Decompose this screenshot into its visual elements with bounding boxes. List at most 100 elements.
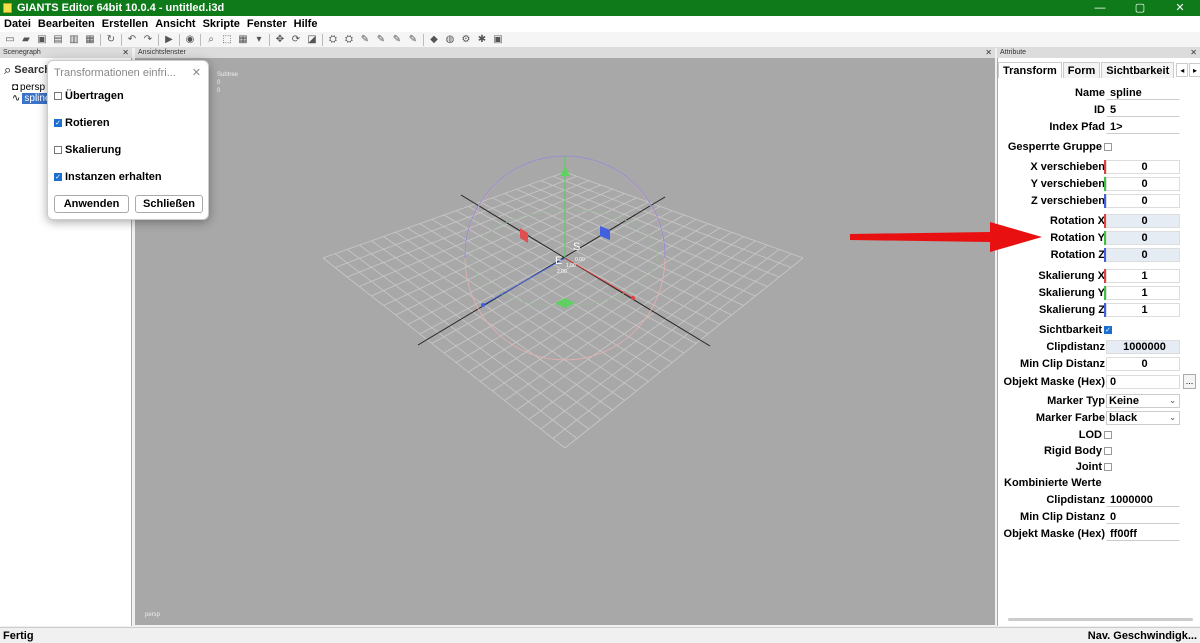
tool-f-icon[interactable]: ✎ [407,34,419,45]
y-scale-field[interactable]: 1 [1106,285,1180,300]
grid-icon[interactable]: ▦ [237,34,249,45]
tool-c-icon[interactable]: ✎ [359,34,371,45]
redo-icon[interactable]: ↷ [142,34,154,45]
search-input[interactable]: Search [14,64,51,76]
rigid-body-checkbox[interactable] [1104,446,1112,455]
dropdown-icon[interactable]: ▾ [253,34,265,45]
attribute-tabs: Transform Form Sichtbarkeit ◂ ▸ [998,62,1200,78]
min-clip-field[interactable]: 0 [1106,356,1180,371]
gizmo-handle-x[interactable] [520,228,528,243]
clip-distance-field[interactable]: 1000000 [1106,339,1180,354]
joint-checkbox[interactable] [1104,462,1112,471]
checkbox-checked[interactable]: ✓ [54,119,62,127]
window-icon[interactable]: ▣ [492,34,504,45]
globe-icon[interactable]: ◍ [444,34,456,45]
gizmo-handle-y-plane[interactable] [555,298,575,308]
save-as-icon[interactable]: ▤ [52,34,64,45]
name-field[interactable]: spline [1106,85,1180,100]
locked-checkbox[interactable] [1104,142,1112,151]
tool-e-icon[interactable]: ✎ [391,34,403,45]
combined-mask-field: ff00ff [1106,526,1180,541]
rotate-icon[interactable]: ⟳ [290,34,302,45]
apply-button[interactable]: Anwenden [54,195,129,213]
z-rotation-field[interactable]: 0 [1106,247,1180,262]
export-icon[interactable]: ▥ [68,34,80,45]
zoom-icon[interactable]: ⌕ [205,34,217,45]
menu-erstellen[interactable]: Erstellen [102,18,148,30]
minimize-button[interactable]: — [1080,0,1120,16]
play-icon[interactable]: ▶ [163,34,175,45]
mask-browse-button[interactable]: ... [1183,374,1196,389]
close-panel-icon[interactable]: ✕ [122,48,129,58]
row-lod: LOD [998,427,1200,442]
tool-a-icon[interactable]: ⛭ [327,34,339,45]
option-rotieren[interactable]: ✓ Rotieren [54,117,110,129]
row-clip: Clipdistanz 1000000 [998,339,1200,354]
import-icon[interactable]: ▦ [84,34,96,45]
marker-color-select[interactable]: black ⌄ [1106,410,1180,425]
menu-fenster[interactable]: Fenster [247,18,287,30]
close-button[interactable]: Schließen [135,195,203,213]
select-icon[interactable]: ⬚ [221,34,233,45]
y-rotation-field[interactable]: 0 [1106,230,1180,245]
toolbar-separator [121,33,122,46]
menu-skripte[interactable]: Skripte [203,18,240,30]
camera-label: persp [145,612,161,618]
move-icon[interactable]: ✥ [274,34,286,45]
row-c-clip: Clipdistanz 1000000 [998,492,1200,507]
spline-icon: ∿ [12,93,21,104]
lod-checkbox[interactable] [1104,430,1112,439]
tool-d-icon[interactable]: ✎ [375,34,387,45]
x-translate-field[interactable]: 0 [1106,159,1180,174]
z-scale-field[interactable]: 1 [1106,302,1180,317]
scale-icon[interactable]: ◪ [306,34,318,45]
menu-bearbeiten[interactable]: Bearbeiten [38,18,95,30]
option-skalierung[interactable]: Skalierung [54,144,121,156]
visibility-checkbox[interactable]: ✓ [1104,325,1112,334]
menu-hilfe[interactable]: Hilfe [294,18,318,30]
gizmo-handle-z-end[interactable] [481,303,485,307]
eye-icon[interactable]: ◉ [184,34,196,45]
menu-datei[interactable]: Datei [4,18,31,30]
plugin-icon[interactable]: ✱ [476,34,488,45]
checkbox[interactable] [54,146,62,154]
checkbox-checked[interactable]: ✓ [54,173,62,181]
option-instanzen[interactable]: ✓ Instanzen erhalten [54,171,162,183]
row-y-trans: Y verschieben 0 [998,176,1200,191]
settings-icon[interactable]: ⚙ [460,34,472,45]
color-icon[interactable]: ◆ [428,34,440,45]
x-scale-field[interactable]: 1 [1106,268,1180,283]
new-file-icon[interactable]: ▭ [4,34,16,45]
z-translate-field[interactable]: 0 [1106,193,1180,208]
y-translate-field[interactable]: 0 [1106,176,1180,191]
save-icon[interactable]: ▣ [36,34,48,45]
close-window-button[interactable]: ✕ [1160,0,1200,16]
tab-scroll-right-icon[interactable]: ▸ [1189,63,1200,77]
tab-visibility[interactable]: Sichtbarkeit [1101,62,1175,78]
close-panel-icon[interactable]: ✕ [1190,48,1197,58]
tree-item-persp[interactable]: ◘ persp [12,82,45,93]
marker-type-select[interactable]: Keine ⌄ [1106,393,1180,408]
maximize-button[interactable]: ▢ [1120,0,1160,16]
gizmo-handle-y[interactable] [560,166,570,176]
option-uebertragen[interactable]: Übertragen [54,90,124,102]
checkbox[interactable] [54,92,62,100]
undo-icon[interactable]: ↶ [126,34,138,45]
tool-b-icon[interactable]: ⛭ [343,34,355,45]
window-title: GIANTS Editor 64bit 10.0.4 - untitled.i3… [17,2,225,14]
menu-ansicht[interactable]: Ansicht [155,18,195,30]
viewport[interactable]: Subtree 0 0 S E 0.00 1.00 2.00 persp [135,58,995,625]
tab-transform[interactable]: Transform [998,62,1062,78]
object-mask-field[interactable]: 0 [1106,374,1180,389]
horizontal-scrollbar[interactable] [1008,618,1193,621]
row-combined: Kombinierte Werte [998,475,1200,490]
search-box[interactable]: ⌕ Search [4,62,51,78]
refresh-icon[interactable]: ↻ [105,34,117,45]
tab-form[interactable]: Form [1062,62,1101,78]
close-icon[interactable]: ✕ [192,66,201,79]
close-panel-icon[interactable]: ✕ [985,48,992,58]
open-folder-icon[interactable]: ▰ [20,34,32,45]
x-rotation-field[interactable]: 0 [1106,213,1180,228]
tab-scroll-left-icon[interactable]: ◂ [1176,63,1189,77]
gizmo-handle-x-end[interactable] [631,296,635,300]
